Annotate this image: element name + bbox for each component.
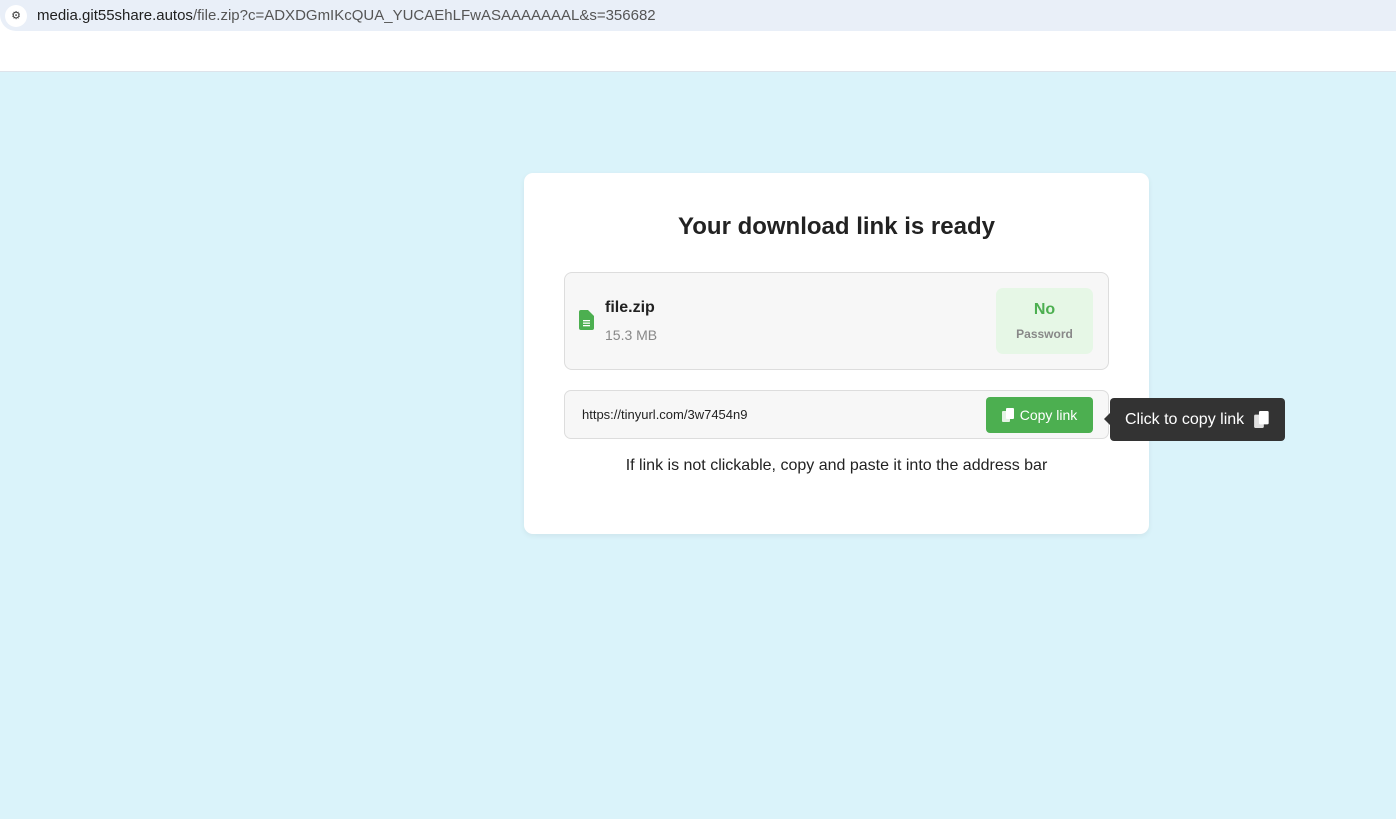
browser-toolbar: ⚙ media.git55share.autos/file.zip?c=ADXD… [0,0,1396,72]
file-size: 15.3 MB [605,327,658,343]
url-text[interactable]: media.git55share.autos/file.zip?c=ADXDGm… [37,7,656,24]
url-domain: media.git55share.autos [37,7,193,24]
file-icon [579,310,594,330]
site-settings-icon[interactable]: ⚙ [5,4,27,27]
download-link[interactable]: https://tinyurl.com/3w7454n9 [582,407,747,422]
download-card: Your download link is ready file.zip 15.… [524,173,1149,534]
password-badge: No Password [996,288,1093,354]
tooltip-text: Click to copy link [1125,410,1245,428]
page-title: Your download link is ready [678,213,995,240]
copy-icon [1254,411,1269,428]
file-name: file.zip [605,299,655,316]
copy-tooltip: Click to copy link [1104,398,1285,441]
url-path: /file.zip?c=ADXDGmIKcQUA_YUCAEhLFwASAAAA… [192,7,656,24]
address-bar[interactable]: ⚙ media.git55share.autos/file.zip?c=ADXD… [0,0,1396,31]
copy-icon [1001,408,1014,422]
password-status: No [1033,301,1056,318]
copy-link-label: Copy link [1019,407,1078,423]
link-box: https://tinyurl.com/3w7454n9 Copy link [564,390,1109,439]
help-note: If link is not clickable, copy and paste… [625,457,1048,474]
copy-link-button[interactable]: Copy link [986,397,1093,433]
password-label: Password [1016,327,1073,341]
file-info: file.zip 15.3 MB No Password [564,272,1109,370]
